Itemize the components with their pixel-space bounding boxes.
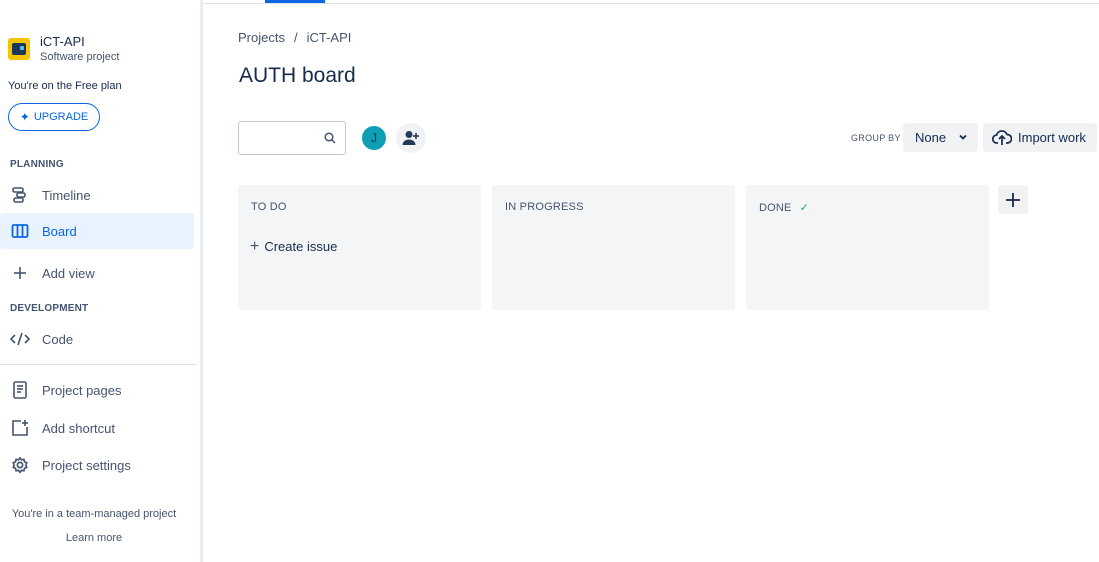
search-input[interactable] bbox=[245, 128, 321, 148]
sidebar-item-label: Board bbox=[42, 223, 77, 239]
breadcrumb-projects[interactable]: Projects bbox=[238, 30, 285, 45]
upgrade-button[interactable]: ✦ UPGRADE bbox=[8, 103, 100, 131]
sidebar-divider bbox=[0, 364, 196, 365]
column-title: TO DO bbox=[251, 201, 287, 213]
breadcrumb-separator: / bbox=[293, 30, 298, 45]
add-column-button[interactable] bbox=[998, 185, 1028, 214]
plus-icon bbox=[10, 263, 30, 283]
check-icon: ✓ bbox=[799, 202, 810, 214]
avatar[interactable]: J bbox=[360, 124, 388, 152]
add-person-icon bbox=[402, 131, 419, 145]
sidebar-item-project-pages[interactable]: Project pages bbox=[0, 372, 194, 408]
team-managed-text: You're in a team-managed project bbox=[11, 508, 177, 520]
chevron-down-icon bbox=[959, 134, 967, 140]
gear-icon bbox=[10, 455, 30, 475]
column-title: DONE bbox=[759, 201, 792, 214]
timeline-icon bbox=[10, 185, 30, 205]
section-title-development: DEVELOPMENT bbox=[10, 303, 89, 314]
sidebar-item-label: Add shortcut bbox=[42, 420, 115, 436]
import-work-label: Import work bbox=[1018, 130, 1086, 145]
search-icon bbox=[324, 132, 336, 144]
add-shortcut-icon bbox=[10, 418, 30, 438]
column-title: IN PROGRESS bbox=[505, 201, 584, 213]
group-by-select[interactable]: None bbox=[903, 123, 978, 152]
upgrade-label: UPGRADE bbox=[33, 111, 89, 123]
project-name: iCT-API bbox=[40, 34, 85, 49]
group-by-label: GROUP BY bbox=[851, 133, 901, 143]
project-logo-icon bbox=[8, 38, 30, 60]
sidebar-item-label: Project settings bbox=[42, 457, 131, 473]
create-issue-label: Create issue bbox=[264, 239, 338, 254]
sidebar: iCT-API Software project You're on the F… bbox=[0, 0, 200, 562]
breadcrumb-project[interactable]: iCT-API bbox=[307, 30, 352, 45]
learn-more-link[interactable]: Learn more bbox=[0, 532, 188, 544]
board-column-todo[interactable]: TO DO + Create issue bbox=[238, 185, 481, 310]
sidebar-item-code[interactable]: Code bbox=[0, 321, 194, 357]
cloud-upload-icon bbox=[992, 129, 1012, 145]
board-column-in-progress[interactable]: IN PROGRESS bbox=[492, 185, 735, 310]
board-icon bbox=[10, 221, 30, 241]
sidebar-item-add-shortcut[interactable]: Add shortcut bbox=[0, 410, 194, 446]
column-title-done: DONE ✓ bbox=[759, 201, 810, 215]
board-column-done[interactable]: DONE ✓ bbox=[746, 185, 989, 310]
sparkle-icon: ✦ bbox=[19, 110, 30, 124]
project-type: Software project bbox=[40, 51, 120, 63]
project-text: iCT-API Software project bbox=[40, 34, 119, 64]
top-border bbox=[202, 3, 1099, 4]
sidebar-item-label: Add view bbox=[42, 265, 95, 281]
sidebar-resize-handle[interactable] bbox=[200, 0, 203, 562]
sidebar-item-label: Project pages bbox=[42, 382, 122, 398]
import-work-button[interactable]: Import work bbox=[983, 123, 1097, 152]
page-icon bbox=[10, 380, 30, 400]
code-icon bbox=[10, 329, 30, 349]
create-issue-button[interactable]: + Create issue bbox=[250, 237, 338, 255]
section-title-planning: PLANNING bbox=[10, 159, 64, 170]
sidebar-item-timeline[interactable]: Timeline bbox=[0, 177, 194, 213]
plus-icon: + bbox=[250, 237, 260, 255]
sidebar-item-label: Timeline bbox=[42, 187, 91, 203]
search-box[interactable] bbox=[238, 121, 346, 155]
plus-icon bbox=[1006, 192, 1020, 207]
group-by-value: None bbox=[915, 130, 947, 145]
project-header[interactable]: iCT-API Software project bbox=[8, 34, 119, 64]
sidebar-item-add-view[interactable]: Add view bbox=[0, 255, 194, 291]
sidebar-item-board[interactable]: Board bbox=[0, 213, 194, 249]
page-title: AUTH board bbox=[239, 64, 356, 87]
sidebar-item-project-settings[interactable]: Project settings bbox=[0, 447, 194, 483]
sidebar-item-label: Code bbox=[42, 331, 74, 347]
plan-text: You're on the Free plan bbox=[8, 80, 122, 92]
add-people-button[interactable] bbox=[396, 123, 426, 153]
breadcrumb: Projects / iCT-API bbox=[238, 30, 351, 45]
